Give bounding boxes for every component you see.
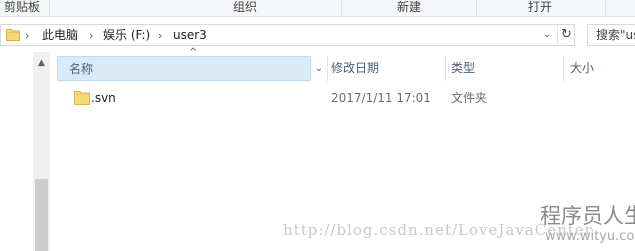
watermark-brand: 程序员人生 bbox=[540, 204, 635, 228]
breadcrumb-separator-icon[interactable]: › bbox=[158, 27, 162, 44]
breadcrumb-drive-f[interactable]: 娱乐 (F:) bbox=[103, 27, 150, 44]
column-header-type-label: 类型 bbox=[451, 61, 476, 75]
watermark-site: www.wityu.com bbox=[545, 229, 635, 244]
file-name[interactable]: .svn bbox=[91, 91, 116, 106]
column-header-type[interactable]: 类型 bbox=[446, 56, 563, 81]
scroll-up-icon[interactable]: ▲ bbox=[33, 56, 50, 70]
search-input[interactable]: 搜索"user3" bbox=[587, 24, 635, 46]
ribbon-divider bbox=[605, 0, 606, 17]
address-bar[interactable]: › 此电脑 › 娱乐 (F:) › user3 ⌄ ↻ bbox=[0, 24, 575, 46]
folder-icon bbox=[6, 28, 20, 41]
scrollbar-thumb[interactable] bbox=[35, 179, 48, 251]
file-modified-date: 2017/1/11 17:01 bbox=[331, 91, 431, 105]
column-header-modified-label: 修改日期 bbox=[331, 61, 380, 75]
ribbon-group-organize: 组织 bbox=[232, 0, 257, 14]
breadcrumb-user3[interactable]: user3 bbox=[173, 27, 207, 44]
column-header-name[interactable]: 名称 bbox=[57, 56, 311, 81]
ribbon-divider bbox=[49, 0, 50, 17]
file-list-row[interactable]: .svn 2017/1/11 17:01 文件夹 bbox=[57, 88, 635, 110]
column-header-size[interactable]: 大小 bbox=[564, 56, 635, 81]
breadcrumb-separator-icon[interactable]: › bbox=[89, 27, 93, 44]
ribbon-divider bbox=[476, 0, 477, 17]
column-header-name-label: 名称 bbox=[69, 62, 94, 76]
column-header-size-label: 大小 bbox=[570, 61, 595, 75]
ribbon-divider bbox=[341, 0, 342, 17]
refresh-button[interactable]: ↻ bbox=[557, 25, 575, 45]
file-type: 文件夹 bbox=[451, 91, 488, 105]
ribbon-group-new: 新建 bbox=[396, 0, 421, 14]
address-history-dropdown-icon[interactable]: ⌄ bbox=[539, 25, 555, 45]
ribbon-group-labels: 剪贴板 组织 新建 打开 bbox=[0, 0, 635, 17]
column-filter-chevron-icon[interactable]: ⌄ bbox=[311, 56, 327, 81]
ribbon-group-open: 打开 bbox=[527, 0, 552, 14]
ribbon-group-clipboard: 剪贴板 bbox=[3, 0, 40, 14]
breadcrumb-this-pc[interactable]: 此电脑 bbox=[42, 27, 78, 44]
folder-icon bbox=[73, 89, 91, 106]
column-header-modified[interactable]: 修改日期 bbox=[328, 56, 445, 81]
breadcrumb-separator-icon: › bbox=[25, 29, 30, 42]
navigation-pane-scrollbar[interactable]: ▲ bbox=[33, 52, 50, 251]
address-bar-row: › 此电脑 › 娱乐 (F:) › user3 ⌄ ↻ 搜索"user3" bbox=[0, 17, 635, 52]
search-placeholder: 搜索"user3" bbox=[596, 28, 635, 42]
